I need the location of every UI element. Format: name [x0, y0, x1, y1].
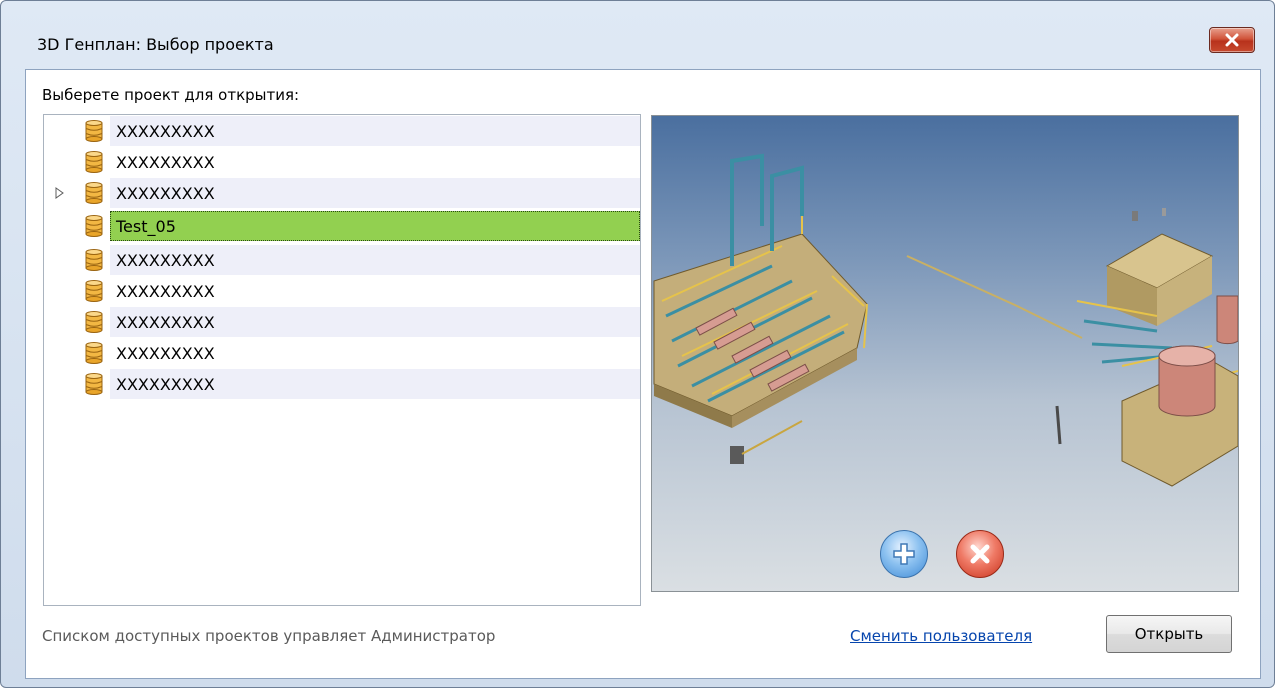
select-project-prompt: Выберете проект для открытия: [42, 86, 300, 104]
database-icon [85, 151, 103, 173]
database-icon [85, 280, 103, 302]
admin-note: Списком доступных проектов управляет Адм… [42, 627, 496, 645]
project-label: XXXXXXXXX [116, 313, 215, 332]
close-button[interactable] [1209, 27, 1255, 53]
window-title: 3D Генплан: Выбор проекта [37, 35, 274, 54]
open-button[interactable]: Открыть [1106, 615, 1232, 653]
remove-image-button[interactable] [956, 530, 1004, 578]
project-label: XXXXXXXXX [116, 344, 215, 363]
plant-3d-model-image [653, 153, 1238, 487]
expand-arrow-icon[interactable] [55, 187, 65, 199]
project-item[interactable]: XXXXXXXXX [44, 146, 640, 178]
database-icon [85, 342, 103, 364]
project-item[interactable]: XXXXXXXXX [44, 244, 640, 276]
database-icon [85, 215, 103, 237]
close-icon [1225, 33, 1239, 47]
project-label: XXXXXXXXX [116, 375, 215, 394]
project-item[interactable]: XXXXXXXXX [44, 275, 640, 307]
database-icon [85, 373, 103, 395]
dialog-window: 3D Генплан: Выбор проекта Выберете проек… [0, 0, 1275, 688]
plus-icon [893, 543, 915, 565]
database-icon [85, 120, 103, 142]
dialog-content: Выберете проект для открытия: XXXXXXXXX [25, 69, 1261, 679]
project-label: XXXXXXXXX [116, 282, 215, 301]
project-label: XXXXXXXXX [116, 153, 215, 172]
switch-user-link[interactable]: Сменить пользователя [850, 627, 1032, 645]
remove-icon [970, 544, 990, 564]
project-tree[interactable]: XXXXXXXXX XXXXXXXXX XXXXXXXXX Test_05 XX… [43, 114, 641, 606]
database-icon [85, 182, 103, 204]
project-item[interactable]: XXXXXXXXX [44, 337, 640, 369]
project-item[interactable]: XXXXXXXXX [44, 115, 640, 147]
project-preview [651, 115, 1239, 592]
project-item[interactable]: XXXXXXXXX [44, 306, 640, 338]
add-image-button[interactable] [880, 530, 928, 578]
project-label: Test_05 [116, 217, 176, 236]
project-item[interactable]: XXXXXXXXX [44, 177, 640, 209]
project-label: XXXXXXXXX [116, 122, 215, 141]
project-label: XXXXXXXXX [116, 251, 215, 270]
title-bar[interactable]: 3D Генплан: Выбор проекта [9, 11, 1266, 73]
database-icon [85, 249, 103, 271]
project-item-selected[interactable]: Test_05 [44, 210, 640, 242]
project-label: XXXXXXXXX [116, 184, 215, 203]
project-item[interactable]: XXXXXXXXX [44, 368, 640, 400]
database-icon [85, 311, 103, 333]
